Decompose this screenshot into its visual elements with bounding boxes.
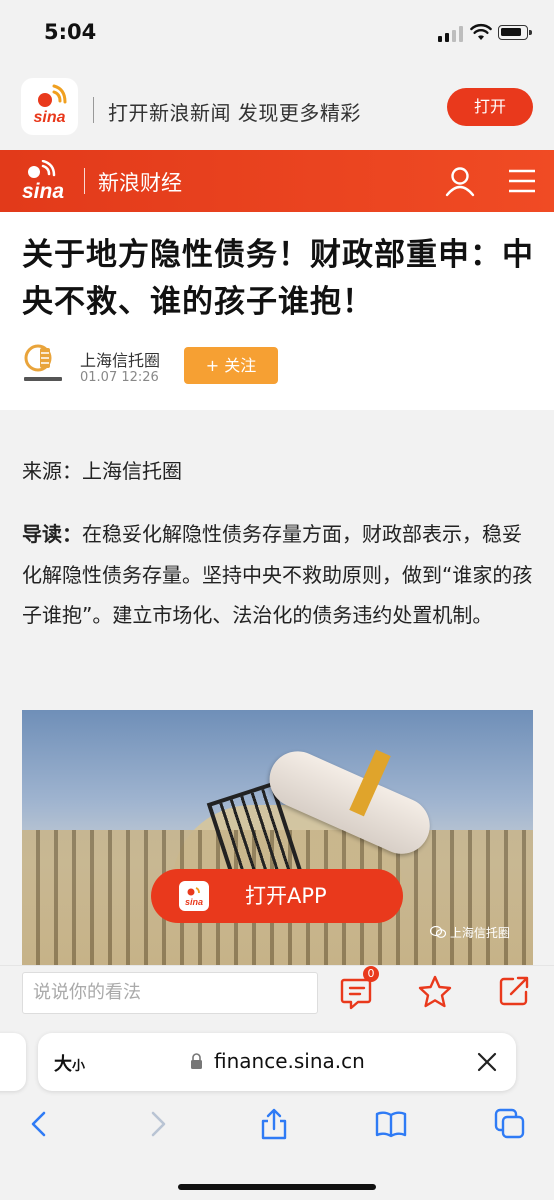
lock-icon	[191, 1053, 202, 1069]
menu-icon[interactable]	[507, 168, 537, 194]
image-watermark: 上海信托圈	[429, 924, 510, 941]
user-icon[interactable]	[444, 165, 476, 197]
share-icon[interactable]	[497, 974, 531, 1008]
svg-text:sina: sina	[22, 180, 64, 202]
svg-text:sina: sina	[185, 897, 203, 907]
article-title: 关于地方隐性债务！财政部重申：中央不救、谁的孩子谁抱！	[22, 237, 534, 320]
address-bar[interactable]: 大小 finance.sina.cn	[38, 1033, 516, 1091]
forward-icon[interactable]	[141, 1107, 175, 1141]
wifi-icon	[470, 23, 492, 40]
comment-input[interactable]: 说说你的看法	[22, 972, 318, 1014]
previous-tab-peek[interactable]	[0, 1033, 26, 1091]
tabs-icon[interactable]	[493, 1107, 527, 1141]
follow-button[interactable]: + 关注	[184, 347, 278, 384]
article-header: 关于地方隐性债务！财政部重申：中央不救、谁的孩子谁抱！ 上海信托圈 01.07 …	[0, 212, 554, 410]
open-app-button[interactable]: sina 打开APP	[151, 869, 403, 923]
share-sheet-icon[interactable]	[257, 1107, 291, 1141]
text-size-button[interactable]: 大小	[54, 1050, 85, 1076]
article-source: 来源：上海信托圈	[22, 459, 182, 483]
open-app-label: 打开APP	[245, 884, 327, 908]
intro-text: 在稳妥化解隐性债务存量方面，财政部表示，稳妥化解隐性债务存量。坚持中央不救助原则…	[22, 522, 533, 627]
close-icon[interactable]	[476, 1051, 498, 1073]
divider	[93, 97, 94, 123]
open-news-app-button[interactable]: 打开	[447, 88, 533, 126]
comment-count-badge: 0	[363, 966, 379, 982]
comment-bar: 说说你的看法 0	[0, 965, 554, 1021]
sina-news-app-logo: sina	[21, 78, 78, 135]
svg-text:sina: sina	[33, 109, 65, 126]
publish-time: 01.07 12:26	[80, 370, 159, 385]
intro-label: 导读：	[22, 522, 82, 546]
author-avatar[interactable]	[22, 342, 64, 386]
status-time: 5:04	[44, 20, 97, 44]
home-indicator	[178, 1184, 376, 1190]
article-intro: 导读：在稳妥化解隐性债务存量方面，财政部表示，稳妥化解隐性债务存量。坚持中央不救…	[22, 514, 537, 636]
promo-text: 打开新浪新闻 发现更多精彩	[108, 101, 361, 125]
bookmarks-icon[interactable]	[374, 1107, 408, 1141]
star-icon[interactable]	[417, 974, 453, 1010]
status-bar: 5:04	[0, 0, 554, 64]
channel-title[interactable]: 新浪财经	[98, 167, 182, 197]
watermark-text: 上海信托圈	[449, 926, 510, 940]
divider	[84, 168, 85, 194]
sina-app-icon: sina	[179, 881, 209, 911]
text-size-small-label: 小	[72, 1059, 86, 1074]
text-size-large-label: 大	[54, 1054, 72, 1075]
author-name[interactable]: 上海信托圈	[80, 347, 160, 371]
wechat-icon	[429, 925, 447, 938]
sina-logo-icon[interactable]: sina	[12, 160, 74, 202]
back-icon[interactable]	[22, 1107, 56, 1141]
url-text[interactable]: finance.sina.cn	[214, 1049, 365, 1073]
app-promo-banner: sina 打开新浪新闻 发现更多精彩 打开	[0, 64, 554, 150]
browser-chrome: 大小 finance.sina.cn	[0, 1021, 554, 1200]
site-header: sina 新浪财经	[0, 150, 554, 212]
battery-icon	[498, 25, 532, 40]
signal-icon	[438, 26, 464, 42]
